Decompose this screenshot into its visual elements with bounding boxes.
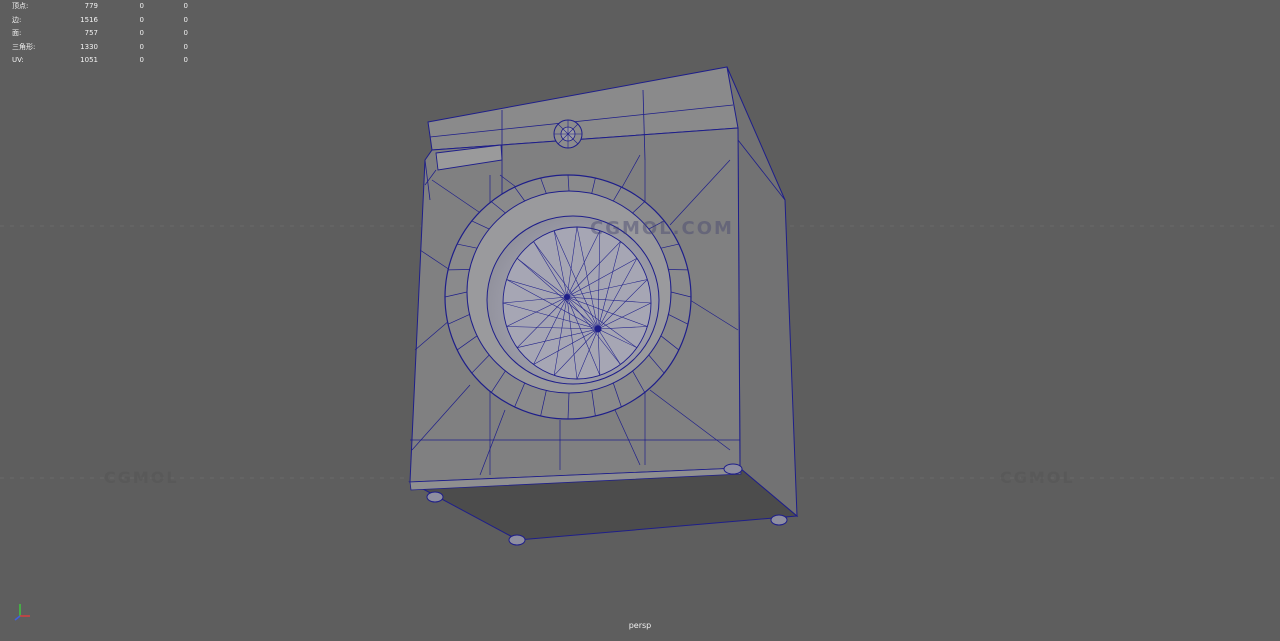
hud-row: UV: 1051 0 0 <box>10 54 190 68</box>
watermark-center: CGMOL.COM <box>590 218 734 239</box>
hud-v3: 0 <box>184 0 188 14</box>
hud-label: 面: <box>12 27 21 41</box>
camera-label: persp <box>0 621 1280 630</box>
hud-row: 边: 1516 0 0 <box>10 14 190 28</box>
hud-v3: 0 <box>184 54 188 68</box>
hud-v2: 0 <box>140 14 144 28</box>
hud-v1: 1516 <box>80 14 98 28</box>
hud-row: 面: 757 0 0 <box>10 27 190 41</box>
hud-v2: 0 <box>140 41 144 55</box>
hud-v1: 757 <box>85 27 98 41</box>
washing-machine-model <box>0 0 1280 637</box>
hud-label: 顶点: <box>12 0 28 14</box>
hud-v1: 1330 <box>80 41 98 55</box>
hud-v2: 0 <box>140 54 144 68</box>
axis-gizmo-icon <box>12 600 36 622</box>
hud-v3: 0 <box>184 27 188 41</box>
hud-v1: 779 <box>85 0 98 14</box>
viewport-3d[interactable] <box>0 0 1280 637</box>
hud-label: UV: <box>12 54 24 68</box>
watermark-left: CGMOL <box>104 468 179 487</box>
hud-v2: 0 <box>140 0 144 14</box>
knob <box>554 120 582 148</box>
watermark-right: CGMOL <box>1000 468 1075 487</box>
hud-v3: 0 <box>184 14 188 28</box>
hud-row: 顶点: 779 0 0 <box>10 0 190 14</box>
hud-v3: 0 <box>184 41 188 55</box>
hud-label: 边: <box>12 14 21 28</box>
hud-v1: 1051 <box>80 54 98 68</box>
hud-label: 三角形: <box>12 41 35 55</box>
poly-count-hud: 顶点:77900边:151600面:75700三角形:133000UV:1051… <box>10 0 190 68</box>
hud-row: 三角形: 1330 0 0 <box>10 41 190 55</box>
hud-v2: 0 <box>140 27 144 41</box>
